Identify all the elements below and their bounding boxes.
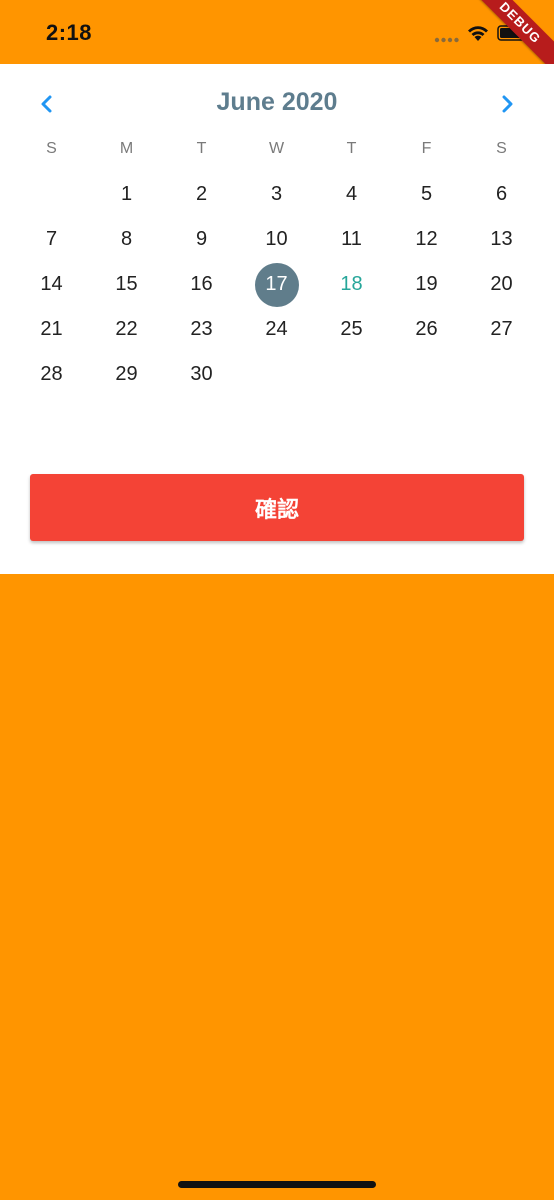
day-number: 7: [45, 228, 58, 250]
day-number: 1: [120, 183, 133, 205]
day-cell-20[interactable]: 20: [464, 262, 539, 307]
day-number: 14: [40, 273, 63, 295]
day-cell-empty: [14, 172, 89, 217]
day-cell-15[interactable]: 15: [89, 262, 164, 307]
weekday-label: S: [496, 140, 507, 157]
day-cell-14[interactable]: 14: [14, 262, 89, 307]
day-number: 23: [190, 318, 213, 340]
status-bar: 2:18 DEBUG: [0, 0, 554, 81]
month-title: June 2020: [216, 88, 338, 116]
day-number: 24: [265, 318, 288, 340]
day-number: 30: [190, 363, 213, 385]
day-number: 27: [490, 318, 513, 340]
weekday-label: T: [346, 140, 357, 157]
day-cell-empty: [314, 352, 389, 397]
wifi-icon: [468, 26, 488, 41]
weekday-label: M: [119, 140, 134, 157]
day-cell-29[interactable]: 29: [89, 352, 164, 397]
day-number: 19: [415, 273, 438, 295]
day-cell-21[interactable]: 21: [14, 307, 89, 352]
day-cell-12[interactable]: 12: [389, 217, 464, 262]
day-number: 22: [115, 318, 138, 340]
day-cell-19[interactable]: 19: [389, 262, 464, 307]
app-screen: 2:18 DEBUG June 2020 S M T W T F S 1 2 3…: [0, 0, 554, 1200]
day-number: 15: [115, 273, 138, 295]
day-number: 18: [340, 273, 363, 295]
day-number: 9: [195, 228, 208, 250]
day-cell-5[interactable]: 5: [389, 172, 464, 217]
day-cell-empty: [389, 352, 464, 397]
day-number: 28: [40, 363, 63, 385]
day-cell-28[interactable]: 28: [14, 352, 89, 397]
day-cell-18[interactable]: 18: [314, 262, 389, 307]
day-cell-9[interactable]: 9: [164, 217, 239, 262]
day-cell-23[interactable]: 23: [164, 307, 239, 352]
day-number: 13: [490, 228, 513, 250]
day-cell-30[interactable]: 30: [164, 352, 239, 397]
day-number: 16: [190, 273, 213, 295]
chevron-right-icon[interactable]: [493, 90, 521, 118]
day-cell-25[interactable]: 25: [314, 307, 389, 352]
days-grid: 1 2 3 4 5 6 7 8 9 10 11 12 13 14 15 16 17 18 19 20 21 22 23 24 2…: [14, 172, 539, 397]
month-header: June 2020: [0, 84, 554, 124]
day-number: 4: [345, 183, 358, 205]
day-cell-3[interactable]: 3: [239, 172, 314, 217]
weekday-label: T: [196, 140, 207, 157]
day-cell-10[interactable]: 10: [239, 217, 314, 262]
day-cell-empty: [464, 352, 539, 397]
signal-icon: [434, 37, 459, 43]
day-number: 12: [415, 228, 438, 250]
weekday-label: F: [421, 140, 432, 157]
day-cell-11[interactable]: 11: [314, 217, 389, 262]
day-number: 11: [341, 228, 362, 250]
day-number: 6: [495, 183, 508, 205]
day-cell-empty: [239, 352, 314, 397]
day-number: 20: [490, 273, 513, 295]
day-cell-13[interactable]: 13: [464, 217, 539, 262]
day-cell-24[interactable]: 24: [239, 307, 314, 352]
day-number: 2: [195, 183, 208, 205]
day-cell-7[interactable]: 7: [14, 217, 89, 262]
weekday-header-row: S M T W T F S: [14, 140, 539, 162]
weekday-label: S: [46, 140, 57, 157]
day-number: 10: [265, 228, 288, 250]
day-cell-27[interactable]: 27: [464, 307, 539, 352]
day-number: 29: [115, 363, 138, 385]
day-cell-6[interactable]: 6: [464, 172, 539, 217]
weekday-label: W: [268, 140, 285, 157]
day-cell-2[interactable]: 2: [164, 172, 239, 217]
day-cell-1[interactable]: 1: [89, 172, 164, 217]
day-number: 21: [40, 318, 63, 340]
day-cell-8[interactable]: 8: [89, 217, 164, 262]
day-number: 5: [420, 183, 433, 205]
calendar-panel: June 2020 S M T W T F S 1 2 3 4 5 6 7 8 9 10 11 12 1…: [0, 64, 554, 574]
day-cell-26[interactable]: 26: [389, 307, 464, 352]
day-cell-22[interactable]: 22: [89, 307, 164, 352]
confirm-button[interactable]: 確認: [30, 474, 524, 541]
home-indicator: [178, 1181, 376, 1188]
day-cell-17[interactable]: 17: [239, 262, 314, 307]
day-number: 3: [270, 183, 283, 205]
day-number: 8: [120, 228, 133, 250]
day-number: 17: [254, 262, 299, 307]
status-time: 2:18: [46, 20, 93, 45]
day-number: 25: [340, 318, 363, 340]
day-cell-16[interactable]: 16: [164, 262, 239, 307]
day-cell-4[interactable]: 4: [314, 172, 389, 217]
day-number: 26: [415, 318, 438, 340]
